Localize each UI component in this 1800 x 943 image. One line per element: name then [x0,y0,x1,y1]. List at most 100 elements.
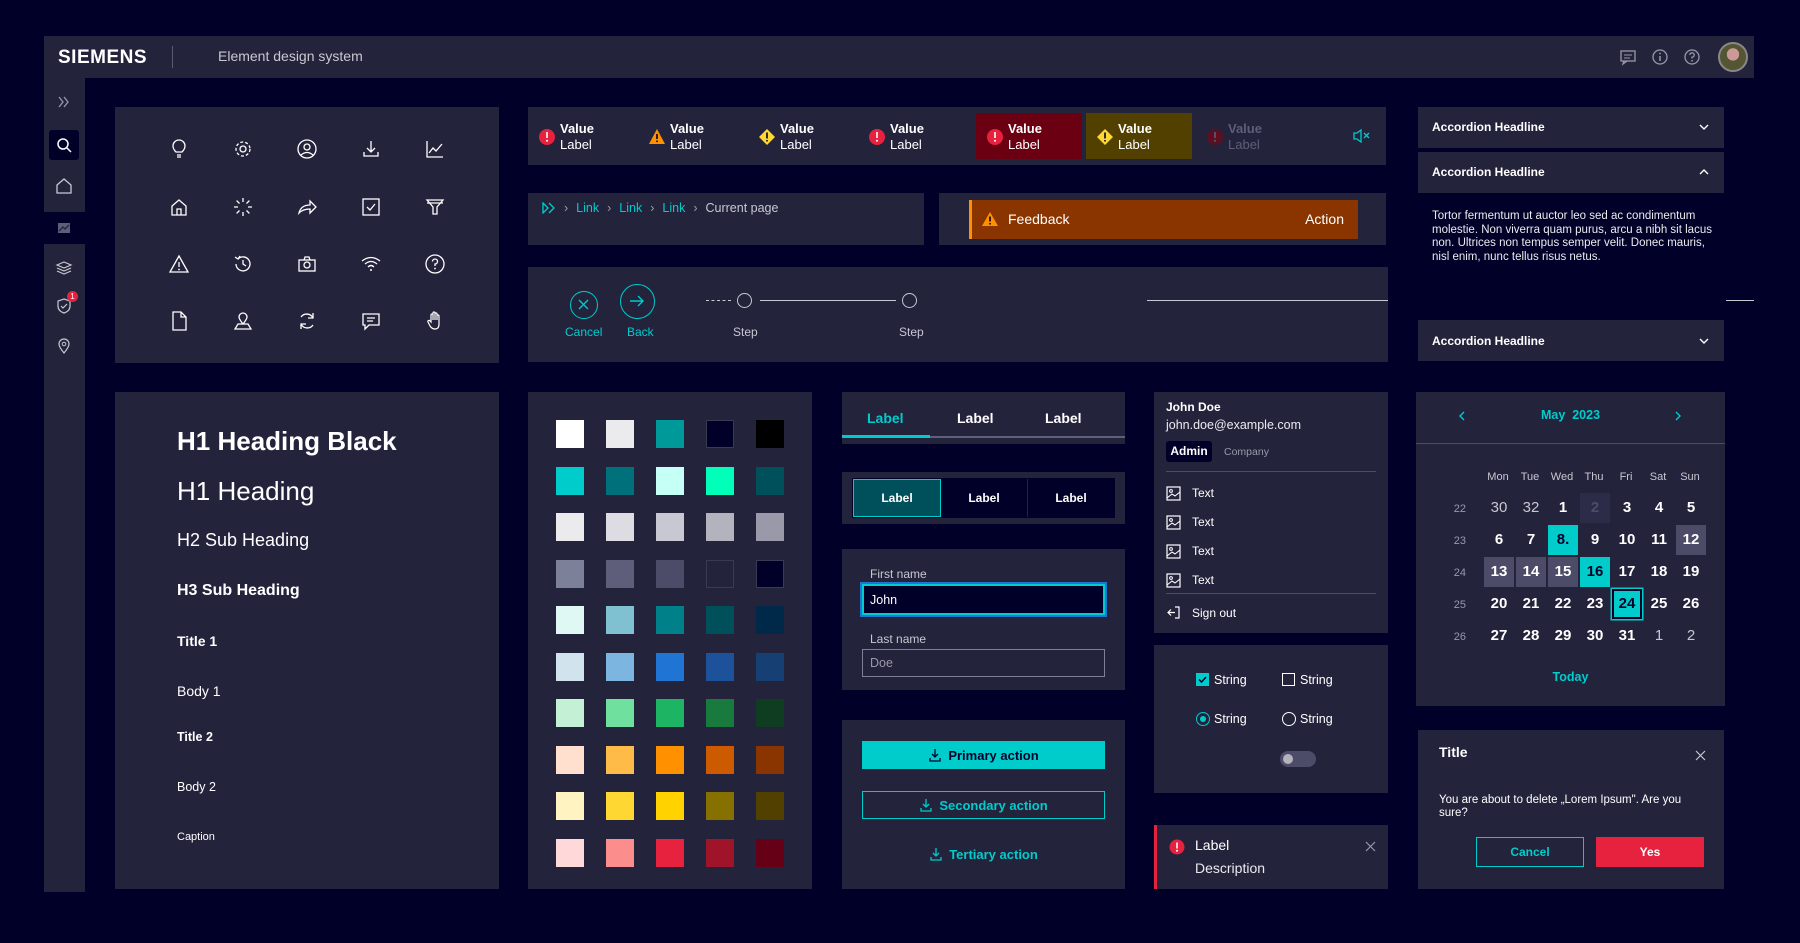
color-swatch[interactable] [756,420,784,448]
home-icon[interactable] [52,174,76,198]
color-swatch[interactable] [606,466,634,495]
color-swatch[interactable] [656,466,684,495]
color-swatch[interactable] [656,838,684,867]
calendar-day[interactable]: 26 [1676,589,1706,619]
color-swatch[interactable] [606,652,634,681]
color-swatch[interactable] [706,792,734,820]
role-admin[interactable]: Admin [1166,441,1212,462]
status-item-active[interactable]: Value Label [1086,113,1192,159]
color-swatch[interactable] [706,420,734,448]
close-icon[interactable] [1695,750,1706,761]
color-swatch[interactable] [756,606,784,634]
color-swatch[interactable] [606,606,634,634]
step-marker[interactable] [902,293,917,308]
color-swatch[interactable] [556,792,584,820]
color-swatch[interactable] [556,838,584,867]
calendar-day[interactable]: 28 [1516,621,1546,651]
dialog-yes-button[interactable]: Yes [1596,837,1704,867]
accordion-item-expanded[interactable]: Accordion Headline [1418,152,1724,193]
segment[interactable]: Label [1028,479,1114,517]
segment[interactable]: Label [941,479,1028,517]
status-item[interactable]: Value Label [858,115,964,159]
color-swatch[interactable] [706,513,734,541]
color-swatch[interactable] [556,652,584,681]
status-item[interactable]: Value Label [638,115,744,159]
calendar-day[interactable]: 20 [1484,589,1514,619]
accordion-item[interactable]: Accordion Headline [1418,320,1724,361]
calendar-day[interactable]: 27 [1484,621,1514,651]
color-swatch[interactable] [556,466,584,495]
trend-icon[interactable] [52,216,76,240]
color-swatch[interactable] [756,513,784,541]
checkbox-unchecked[interactable] [1282,673,1295,686]
color-swatch[interactable] [656,652,684,681]
chevron-right-icon[interactable] [1672,410,1684,422]
calendar-day[interactable]: 5 [1676,493,1706,523]
checkbox-checked[interactable] [1196,673,1209,686]
breadcrumb-link[interactable]: Link [576,201,599,215]
calendar-day[interactable]: 2 [1676,621,1706,651]
calendar-day[interactable]: 6 [1484,525,1514,555]
cancel-button[interactable] [570,291,598,319]
layers-icon[interactable] [52,256,76,280]
calendar-day[interactable]: 30 [1484,493,1514,523]
color-swatch[interactable] [556,699,584,727]
status-item-active[interactable]: Value Label [976,113,1082,159]
color-swatch[interactable] [756,838,784,867]
radio-unchecked[interactable] [1282,712,1296,726]
color-swatch[interactable] [656,513,684,541]
color-swatch[interactable] [656,420,684,448]
step-marker[interactable] [737,293,752,308]
color-swatch[interactable] [706,606,734,634]
color-swatch[interactable] [656,699,684,727]
user-menu-item[interactable]: Text [1192,486,1214,500]
calendar-day[interactable]: 21 [1516,589,1546,619]
color-swatch[interactable] [756,792,784,820]
calendar-day[interactable]: 3 [1612,493,1642,523]
calendar-day[interactable]: 16 [1580,557,1610,587]
calendar-day[interactable]: 29 [1548,621,1578,651]
calendar-day[interactable]: 32 [1516,493,1546,523]
tertiary-action-button[interactable]: Tertiary action [862,840,1105,868]
mute-icon[interactable] [1351,127,1371,145]
role-company[interactable]: Company [1224,446,1269,458]
color-swatch[interactable] [606,792,634,820]
color-swatch[interactable] [556,420,584,448]
calendar-today-button[interactable]: Today [1416,670,1725,684]
info-icon[interactable] [1650,47,1670,67]
color-swatch[interactable] [756,559,784,588]
message-icon[interactable] [1618,47,1638,67]
back-button[interactable] [620,284,655,319]
color-swatch[interactable] [606,513,634,541]
calendar-day[interactable]: 9 [1580,525,1610,555]
calendar-day[interactable]: 25 [1644,589,1674,619]
color-swatch[interactable] [556,606,584,634]
calendar-day[interactable]: 10 [1612,525,1642,555]
user-menu-item[interactable]: Text [1192,544,1214,558]
radio-checked[interactable] [1196,712,1210,726]
color-swatch[interactable] [756,466,784,495]
user-menu-item[interactable]: Text [1192,573,1214,587]
segment-active[interactable]: Label [853,479,941,517]
color-swatch[interactable] [756,652,784,681]
breadcrumb-link[interactable]: Link [662,201,685,215]
color-swatch[interactable] [706,745,734,774]
status-item[interactable]: Value Label [528,115,634,159]
toggle-switch[interactable] [1280,751,1316,767]
calendar-day[interactable]: 1 [1644,621,1674,651]
calendar-day[interactable]: 12 [1676,525,1706,555]
search-icon[interactable] [52,133,76,157]
calendar-day[interactable]: 24 [1612,589,1642,619]
breadcrumb-root-icon[interactable] [542,202,556,214]
status-item[interactable]: Value Label [748,115,854,159]
first-name-field[interactable]: John [862,584,1105,615]
tab[interactable]: Label [1045,410,1082,426]
color-swatch[interactable] [656,606,684,634]
color-swatch[interactable] [706,838,734,867]
color-swatch[interactable] [606,745,634,774]
color-swatch[interactable] [556,513,584,541]
color-swatch[interactable] [556,559,584,588]
calendar-day[interactable]: 1 [1548,493,1578,523]
calendar-day[interactable]: 17 [1612,557,1642,587]
color-swatch[interactable] [756,699,784,727]
